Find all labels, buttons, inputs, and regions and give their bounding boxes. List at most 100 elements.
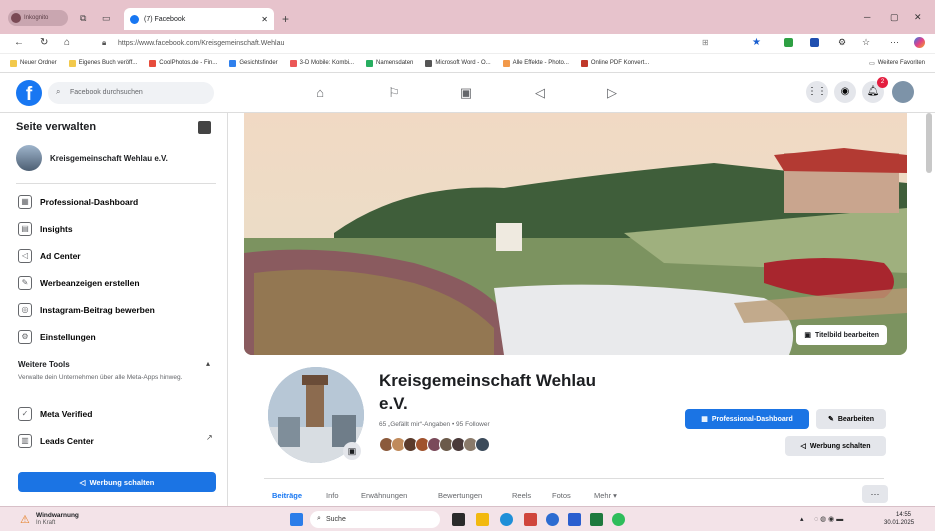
lock-icon: 🔒︎ [102, 38, 107, 47]
change-photo-camera-icon[interactable]: ▣ [343, 442, 361, 460]
minimize-icon[interactable]: ─ [864, 12, 870, 22]
tray-icons[interactable]: ◌ ◍ ◉ ▬ [814, 515, 843, 523]
bookmark-label: Eigenes Buch veröff... [78, 60, 138, 66]
profile-button[interactable]: Inkognito [8, 10, 68, 26]
more-options-icon[interactable]: ··· [890, 37, 899, 47]
read-aloud-icon[interactable]: ⊞ [702, 38, 709, 47]
page-tab[interactable]: Info [326, 491, 339, 500]
sidebar-item-edit[interactable]: ✎ Werbeanzeigen erstellen [18, 276, 140, 290]
page-tab[interactable]: Bewertungen [438, 491, 482, 500]
edit-cover-button[interactable]: ▣ Titelbild bearbeiten [796, 325, 887, 345]
account-avatar[interactable] [892, 81, 914, 103]
external-link-icon[interactable]: ↗ [206, 433, 213, 442]
reload-icon[interactable]: ↻ [40, 37, 48, 48]
tray-chevron-icon[interactable]: ▴ [800, 515, 804, 523]
photos-nav-icon[interactable]: ▣ [458, 85, 474, 101]
other-bookmarks[interactable]: ▭ Weitere Favoriten [869, 60, 925, 67]
promote-button[interactable]: ◁ Werbung schalten [18, 472, 216, 492]
bookmark-label: Alle Effekte - Photo... [512, 60, 569, 66]
clock-time[interactable]: 14:55 [896, 512, 911, 518]
professional-dashboard-button[interactable]: ▦ Professional-Dashboard [685, 409, 809, 429]
avatar-icon [11, 13, 21, 23]
weather-icon[interactable]: ⚠ [20, 513, 30, 526]
new-tab-icon[interactable]: + [282, 12, 289, 26]
app-red-icon[interactable] [524, 513, 537, 526]
page-tab[interactable]: Mehr ▾ [594, 491, 617, 500]
flag-nav-icon[interactable]: ⚐ [386, 85, 402, 101]
bookmark-item[interactable]: Neuer Ordner [10, 59, 57, 67]
bookmark-favicon-icon [502, 59, 510, 67]
menu-grid-icon[interactable]: ⋮⋮ [806, 81, 828, 103]
page-tab[interactable]: Fotos [552, 491, 571, 500]
workspaces-icon[interactable]: ⧉ [80, 13, 86, 24]
sidebar-item-label: Professional-Dashboard [40, 197, 139, 207]
bookmark-item[interactable]: Eigenes Buch veröff... [68, 59, 138, 67]
promote-page-button[interactable]: ◁ Werbung schalten [785, 436, 886, 456]
page-switcher[interactable]: Kreisgemeinschaft Wehlau e.V. [16, 145, 168, 171]
sidebar-item-gear[interactable]: ⚙ Einstellungen [18, 330, 96, 344]
more-tools-title: Weitere Tools [18, 360, 70, 369]
video-nav-icon[interactable]: ▷ [604, 85, 620, 101]
page-tab[interactable]: Beiträge [272, 491, 302, 500]
whatsapp-icon[interactable] [612, 513, 625, 526]
taskbar-search[interactable]: Suche [310, 511, 440, 528]
home-icon[interactable]: ⌂ [64, 37, 70, 48]
chevron-up-icon[interactable]: ▴ [206, 359, 210, 368]
extension-green-icon[interactable] [784, 38, 793, 47]
bookmark-label: Neuer Ordner [20, 60, 57, 66]
facebook-search-input[interactable]: Facebook durchsuchen [48, 82, 214, 104]
sidebar-item-megaphone[interactable]: ◁ Ad Center [18, 249, 81, 263]
task-view-icon[interactable] [452, 513, 465, 526]
sidebar-item-instagram[interactable]: ◎ Instagram-Beitrag bewerben [18, 303, 155, 317]
bookmark-item[interactable]: Microsoft Word - O... [425, 59, 491, 67]
follower-avatar[interactable] [475, 437, 490, 452]
sidebar-item-insights[interactable]: ▤ Insights [18, 222, 73, 236]
copilot-icon[interactable] [914, 37, 925, 48]
bookmark-item[interactable]: Alle Effekte - Photo... [502, 59, 569, 67]
favorites-icon[interactable]: ☆ [862, 37, 870, 48]
tool-item-label: Leads Center [40, 436, 94, 446]
page-name: Kreisgemeinschaft Wehlau e.V. [50, 153, 168, 163]
word-icon[interactable] [568, 513, 581, 526]
bookmark-item[interactable]: 3-D Mobile: Kombi... [289, 59, 354, 67]
tab-actions-icon[interactable]: ▭ [102, 13, 111, 24]
page-tab[interactable]: Reels [512, 491, 531, 500]
facebook-logo[interactable]: f [16, 80, 42, 106]
maximize-icon[interactable]: ▢ [890, 12, 899, 23]
start-windows-icon[interactable] [290, 513, 303, 526]
bookmark-item[interactable]: CoolPhotos.de - Fin... [149, 59, 217, 67]
weather-title[interactable]: Windwarnung [36, 512, 79, 519]
close-tab-icon[interactable]: ✕ [261, 15, 268, 24]
follower-avatars[interactable] [379, 437, 490, 452]
close-window-icon[interactable]: ✕ [914, 12, 922, 23]
bookmark-item[interactable]: Gesichtsfinder [229, 59, 278, 67]
page-tab[interactable]: Erwähnungen [361, 491, 407, 500]
home-nav-icon[interactable]: ⌂ [312, 85, 328, 101]
messenger-icon[interactable]: ◉ [834, 81, 856, 103]
tabs-more-options-button[interactable]: ··· [862, 485, 888, 503]
favorite-star-icon[interactable]: ★ [752, 37, 761, 48]
pencil-icon: ✎ [827, 416, 834, 423]
bookmark-favicon-icon [580, 59, 588, 67]
tab-facebook[interactable]: (7) Facebook ✕ [124, 8, 274, 30]
collapse-sidebar-icon[interactable] [198, 121, 211, 134]
bookmark-item[interactable]: Online PDF Konvert... [580, 59, 649, 67]
scrollbar[interactable] [926, 113, 932, 173]
app-blue-icon[interactable] [546, 513, 559, 526]
bookmark-item[interactable]: Namensdaten [366, 59, 413, 67]
clock-date[interactable]: 30.01.2025 [884, 520, 914, 526]
page-stats[interactable]: 65 „Gefällt mir“-Angaben • 95 Follower [379, 421, 490, 428]
ads-nav-icon[interactable]: ◁ [532, 85, 548, 101]
tool-item-leads[interactable]: ▥ Leads Center [18, 434, 94, 448]
edit-page-button[interactable]: ✎ Bearbeiten [816, 409, 886, 429]
file-explorer-icon[interactable] [476, 513, 489, 526]
extensions-icon[interactable]: ⚙ [838, 37, 846, 48]
url-field[interactable]: https://www.facebook.com/Kreisgemeinscha… [118, 37, 678, 51]
sidebar-item-dashboard[interactable]: ▦ Professional-Dashboard [18, 195, 138, 209]
edge-icon[interactable] [500, 513, 513, 526]
extension-blue-icon[interactable] [810, 38, 819, 47]
other-bookmarks-label: Weitere Favoriten [877, 60, 925, 66]
tool-item-verified[interactable]: ✓ Meta Verified [18, 407, 92, 421]
excel-icon[interactable] [590, 513, 603, 526]
back-icon[interactable]: ← [14, 37, 24, 48]
